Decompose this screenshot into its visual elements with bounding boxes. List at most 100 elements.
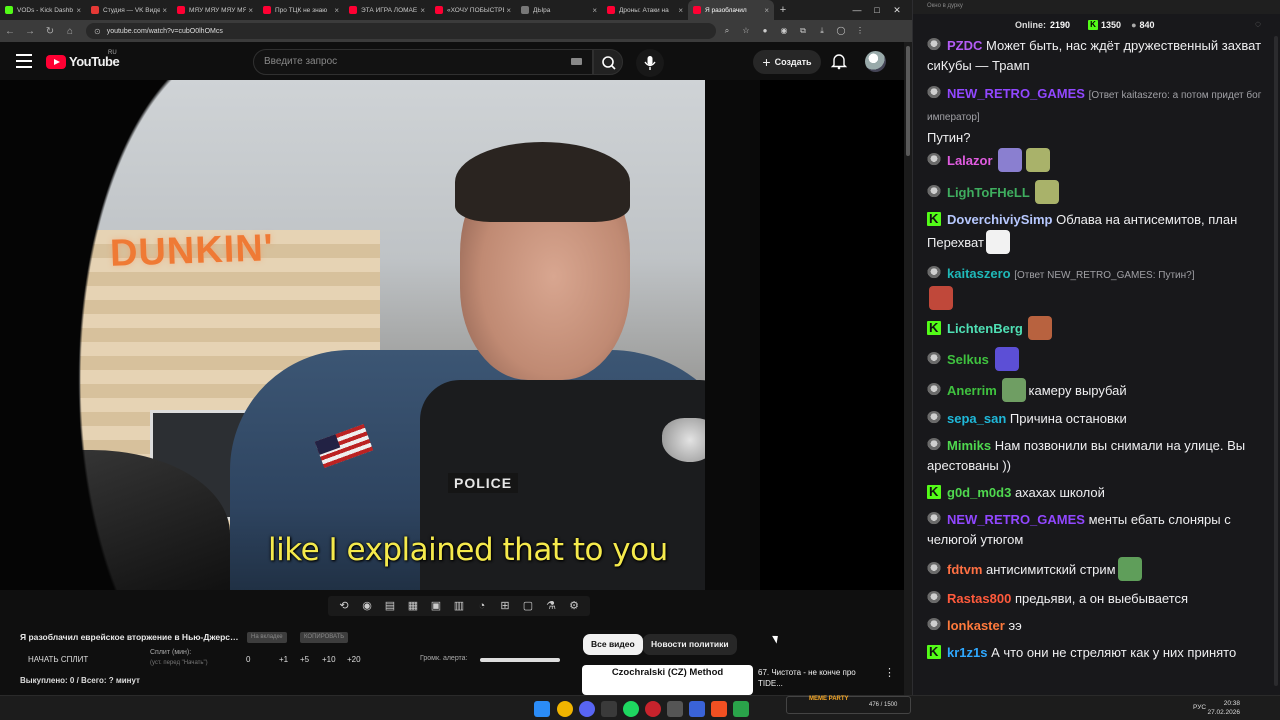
app-icon[interactable] [711, 701, 727, 717]
browser-tab[interactable]: ДЫра × [516, 0, 602, 20]
tab-close-icon[interactable]: × [248, 6, 253, 15]
youtube-logo[interactable]: YouTube RU [46, 50, 120, 69]
start-split-button[interactable]: НАЧАТЬ СПЛИТ [28, 655, 88, 664]
picture-in-picture-icon[interactable]: ▣ [426, 598, 446, 614]
app-icon[interactable] [689, 701, 705, 717]
browser-tab[interactable]: «ХОЧУ ПОБЫСТРЕ × [430, 0, 516, 20]
create-button[interactable]: + Создать [753, 50, 821, 74]
chat-username[interactable]: sepa_san [947, 411, 1006, 426]
chat-username[interactable]: Rastas800 [947, 591, 1011, 606]
download-icon[interactable]: ⤓ [814, 23, 830, 39]
playlist-icon[interactable]: ▤ [380, 598, 400, 614]
menu-dots-icon[interactable]: ⋮ [852, 23, 868, 39]
chat-username[interactable]: NEW_RETRO_GAMES [947, 86, 1085, 101]
chat-scrollbar[interactable] [1273, 36, 1279, 686]
app-icon[interactable] [645, 701, 661, 717]
tab-close-icon[interactable]: × [506, 6, 511, 15]
forward-icon[interactable]: → [20, 26, 40, 37]
tab-close-icon[interactable]: × [764, 6, 769, 15]
broadcast-icon[interactable]: ◉ [357, 598, 377, 614]
app-icon[interactable] [667, 701, 683, 717]
chat-username[interactable]: kaitaszero [947, 266, 1011, 281]
chat-username[interactable]: lonkaster [947, 618, 1005, 633]
spotify-icon[interactable] [623, 701, 639, 717]
close-window-button[interactable]: ✕ [886, 0, 908, 20]
speed-icon[interactable]: ◔ [472, 598, 492, 614]
loop-icon[interactable]: ⟲ [334, 598, 354, 614]
browser-tab[interactable]: Я разоблачил × [688, 0, 774, 20]
add-clip-icon[interactable]: ⊞ [495, 598, 515, 614]
more-options-icon[interactable]: ⋮ [884, 666, 895, 679]
reload-icon[interactable]: ↻ [40, 26, 60, 37]
video-player[interactable]: DUNKIN' POLICE like I explained that to … [0, 80, 904, 590]
url-field[interactable]: ⊙ youtube.com/watch?v=cubO0lhOMcs [86, 23, 716, 39]
obs-icon[interactable] [601, 701, 617, 717]
bookmark-star-icon[interactable]: ☆ [738, 23, 754, 39]
meme-party-widget[interactable]: MEME PARTY 476 / 1500 [786, 696, 911, 714]
chat-username[interactable]: Mimiks [947, 438, 991, 453]
site-info-icon[interactable]: ⊙ [94, 27, 101, 36]
filter-icon[interactable]: ⚗ [541, 598, 561, 614]
browser-tab[interactable]: ЭТА ИГРА ЛОМАЕ × [344, 0, 430, 20]
browser-tab[interactable]: Дроны: Атаки на × [602, 0, 688, 20]
chat-username[interactable]: Selkus [947, 352, 989, 367]
keyboard-icon[interactable] [571, 58, 582, 65]
extension-icon[interactable]: ◉ [776, 23, 792, 39]
chat-username[interactable]: fdtvm [947, 562, 982, 577]
zoom-icon[interactable]: ⌕ [719, 23, 735, 39]
step-plus-20-button[interactable]: +20 [347, 655, 361, 664]
recommended-video-thumbnail[interactable]: Czochralski (CZ) Method [582, 665, 753, 695]
discord-icon[interactable] [579, 701, 595, 717]
tab-close-icon[interactable]: × [334, 6, 339, 15]
chip-politics-news[interactable]: Новости политики [643, 634, 737, 655]
chat-username[interactable]: NEW_RETRO_GAMES [947, 512, 1085, 527]
tab-close-icon[interactable]: × [162, 6, 167, 15]
avatar[interactable] [865, 51, 886, 72]
chat-username[interactable]: PZDC [947, 38, 982, 53]
scrollbar-thumb[interactable] [906, 46, 910, 156]
extensions-puzzle-icon[interactable]: ⧉ [795, 23, 811, 39]
search-input[interactable]: Введите запрос [253, 49, 593, 75]
profile-icon[interactable]: ◯ [833, 23, 849, 39]
chat-username[interactable]: kr1z1s [947, 645, 987, 660]
step-plus-1-button[interactable]: +1 [279, 655, 288, 664]
settings-gear-icon[interactable]: ⚙ [564, 598, 584, 614]
recommended-video-title[interactable]: 67. Чистота - не конче про TIDE... [758, 667, 876, 689]
system-clock[interactable]: 20:38 27.02.2026 [1207, 699, 1240, 717]
chat-username[interactable]: Anerrim [947, 383, 997, 398]
search-button[interactable] [593, 49, 623, 75]
language-indicator[interactable]: РУС [1193, 704, 1206, 711]
alert-volume-slider[interactable] [480, 658, 560, 662]
page-scrollbar[interactable] [904, 42, 912, 695]
browser-tab[interactable]: МЯУ МЯУ МЯУ МЯ × [172, 0, 258, 20]
screenshot-icon[interactable]: ▢ [518, 598, 538, 614]
voice-search-button[interactable] [636, 49, 664, 77]
chip-all-videos[interactable]: Все видео [583, 634, 643, 655]
maximize-button[interactable]: □ [866, 0, 888, 20]
clapper-icon[interactable]: ▦ [403, 598, 423, 614]
step-plus-10-button[interactable]: +10 [322, 655, 336, 664]
hamburger-menu-icon[interactable] [16, 54, 32, 68]
copy-button[interactable]: КОПИРОВАТЬ [300, 632, 349, 643]
on-tab-button[interactable]: На вкладке [247, 632, 287, 643]
chat-settings-icon[interactable]: ◌ [1255, 19, 1261, 30]
minimize-button[interactable]: — [846, 0, 868, 20]
extension-icon[interactable]: ● [757, 23, 773, 39]
browser-tab[interactable]: Про ТЦК не знаю × [258, 0, 344, 20]
tab-close-icon[interactable]: × [420, 6, 425, 15]
chat-username[interactable]: g0d_m0d3 [947, 485, 1011, 500]
chat-username[interactable]: DoverchiviySimp [947, 212, 1053, 227]
chat-scrollbar-thumb[interactable] [1274, 36, 1278, 686]
tab-close-icon[interactable]: × [592, 6, 597, 15]
home-icon[interactable]: ⌂ [60, 26, 80, 37]
browser-tab[interactable]: Студия — VK Видео × [86, 0, 172, 20]
chat-username[interactable]: LichtenBerg [947, 321, 1023, 336]
app-icon[interactable] [733, 701, 749, 717]
tab-close-icon[interactable]: × [678, 6, 683, 15]
notifications-bell-icon[interactable] [830, 52, 848, 70]
browser-tab[interactable]: VODs - Kick Dashb × [0, 0, 86, 20]
tab-close-icon[interactable]: × [76, 6, 81, 15]
chrome-icon[interactable] [557, 701, 573, 717]
back-icon[interactable]: ← [0, 26, 20, 37]
chat-username[interactable]: Lalazor [947, 153, 993, 168]
